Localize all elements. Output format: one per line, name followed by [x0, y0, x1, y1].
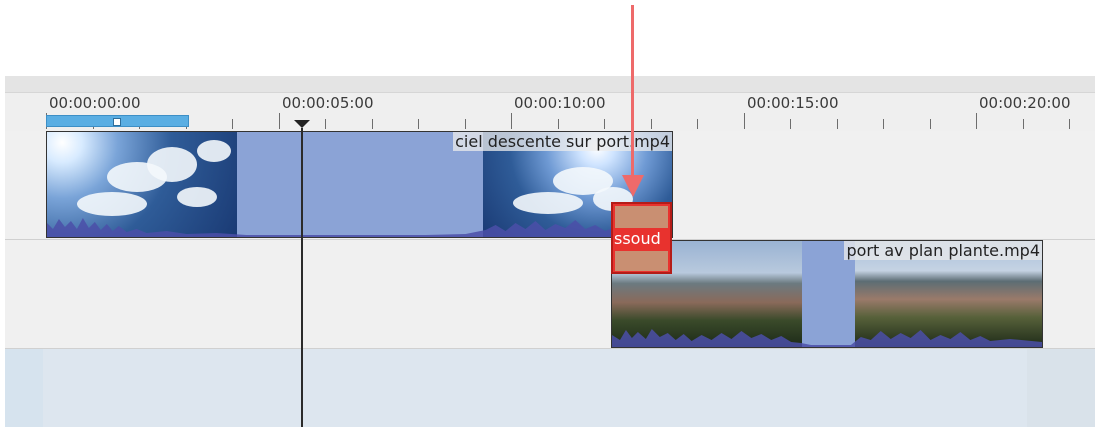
zone-bar[interactable] — [46, 115, 189, 127]
ruler-minor-tick — [1069, 119, 1070, 129]
zone-handle[interactable] — [113, 118, 121, 126]
playhead-line[interactable] — [301, 128, 303, 427]
ruler-minor-tick — [465, 119, 466, 129]
clip-ciel-descente[interactable]: ciel descente sur port.mp4 — [46, 131, 673, 238]
transition-label: ssoud — [614, 229, 661, 248]
ruler-major-tick — [511, 113, 512, 129]
ruler-minor-tick — [697, 119, 698, 129]
ruler-minor-tick — [372, 119, 373, 129]
ruler-minor-tick — [883, 119, 884, 129]
ruler-minor-tick — [325, 119, 326, 129]
annotation-arrow-head — [622, 175, 644, 197]
ruler-minor-tick — [790, 119, 791, 129]
transition-preview — [615, 251, 668, 271]
audio-waveform — [47, 218, 672, 237]
ruler-label: 00:00:10:00 — [514, 94, 606, 112]
timeline-header-bar — [5, 76, 1095, 93]
ruler-minor-tick — [418, 119, 419, 129]
ruler-label: 00:00:05:00 — [282, 94, 374, 112]
ruler-major-tick — [744, 113, 745, 129]
ruler-major-tick — [279, 113, 280, 129]
transition-preview — [615, 206, 668, 228]
audio-waveform — [612, 329, 1042, 347]
ruler-minor-tick — [651, 119, 652, 129]
ruler-label: 00:00:00:00 — [49, 94, 141, 112]
transition-dissolve[interactable]: ssoud — [611, 202, 672, 274]
ruler-label: 00:00:15:00 — [747, 94, 839, 112]
timeline-panel[interactable]: 00:00:00:00 00:00:05:00 00:00:10:00 00:0… — [5, 76, 1095, 427]
ruler-minor-tick — [604, 119, 605, 129]
audio-track — [5, 349, 1095, 427]
clip-title: ciel descente sur port.mp4 — [453, 132, 672, 151]
ruler-minor-tick — [558, 119, 559, 129]
playhead-marker[interactable] — [294, 120, 310, 128]
track-margin-left — [5, 349, 43, 427]
ruler-label: 00:00:20:00 — [979, 94, 1071, 112]
ruler-major-tick — [976, 113, 977, 129]
ruler-minor-tick — [930, 119, 931, 129]
clip-title: port av plan plante.mp4 — [844, 241, 1042, 260]
ruler-minor-tick — [1023, 119, 1024, 129]
ruler-minor-tick — [837, 119, 838, 129]
clip-port-av-plan[interactable]: port av plan plante.mp4 — [611, 240, 1043, 348]
annotation-arrow-shaft — [631, 5, 634, 175]
ruler-minor-tick — [232, 119, 233, 129]
track-margin-right — [1027, 349, 1095, 427]
